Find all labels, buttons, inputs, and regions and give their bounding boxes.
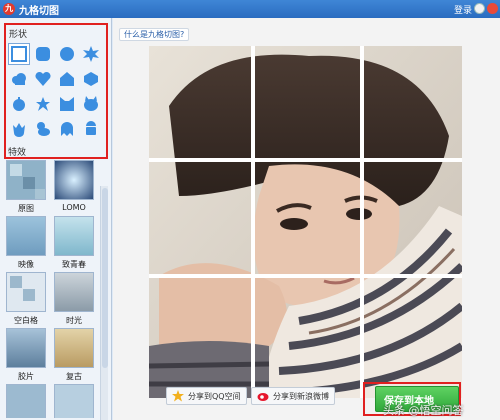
effect-film[interactable]: 胶片: [6, 328, 46, 382]
weibo-icon: [257, 390, 269, 402]
effect-thumbnail: [6, 328, 46, 368]
shape-android-icon[interactable]: [80, 118, 102, 140]
effects-scrollbar[interactable]: [100, 186, 108, 420]
effect-retro[interactable]: 复古: [54, 328, 94, 382]
shape-square-icon[interactable]: [8, 43, 30, 65]
shape-tulip-icon[interactable]: [8, 118, 30, 140]
effect-thumbnail: [6, 272, 46, 312]
share-qzone-label: 分享到QQ空间: [188, 391, 241, 401]
shape-duck-icon[interactable]: [32, 118, 54, 140]
photo-image: [149, 46, 462, 398]
shape-cat-face-icon[interactable]: [56, 93, 78, 115]
app-logo-icon: 九: [3, 3, 15, 15]
window-title: 九格切图: [19, 5, 59, 17]
effect-blank-cell[interactable]: 空白格: [6, 272, 46, 326]
effect-label: 致青春: [62, 260, 86, 269]
shape-apple-icon[interactable]: [8, 93, 30, 115]
share-weibo-label: 分享到新浪微博: [273, 391, 329, 401]
user-avatar-icon[interactable]: [487, 3, 498, 14]
effect-label: 胶片: [18, 372, 34, 381]
effect-thumbnail: [54, 328, 94, 368]
effects-list: 原图 LOMO 映像 致青春 空白格 时光 胶片 复古: [4, 158, 108, 418]
shape-house-icon[interactable]: [56, 68, 78, 90]
shape-circle-icon[interactable]: [56, 43, 78, 65]
effect-label: 空白格: [14, 316, 38, 325]
star-icon: [172, 390, 184, 402]
effect-label: LOMO: [62, 203, 86, 212]
effect-thumbnail: [6, 160, 46, 200]
shape-star-burst-icon[interactable]: [80, 43, 102, 65]
effect-next[interactable]: [6, 384, 46, 418]
grid-divider-horizontal: [149, 158, 462, 162]
title-bar: 九 九格切图 登录: [0, 0, 500, 18]
shape-ghost-icon[interactable]: [56, 118, 78, 140]
grid-divider-vertical: [251, 46, 255, 398]
effect-thumbnail: [54, 272, 94, 312]
grid-divider-horizontal: [149, 274, 462, 278]
effect-thumbnail: [6, 216, 46, 256]
share-weibo-button[interactable]: 分享到新浪微博: [251, 387, 335, 405]
shape-hexagon-icon[interactable]: [80, 68, 102, 90]
shape-cloud-icon[interactable]: [8, 68, 30, 90]
effect-label: 复古: [66, 372, 82, 381]
shape-heart-icon[interactable]: [32, 68, 54, 90]
effect-youth[interactable]: 致青春: [54, 216, 94, 270]
login-link[interactable]: 登录: [454, 3, 472, 16]
effect-reflection[interactable]: 映像: [6, 216, 46, 270]
shape-grid: [8, 43, 102, 140]
shape-star-icon[interactable]: [32, 93, 54, 115]
shape-rounded-square-icon[interactable]: [32, 43, 54, 65]
effect-label: 原图: [18, 204, 34, 213]
effect-thumbnail: [54, 384, 94, 418]
effect-lomo[interactable]: LOMO: [54, 160, 94, 212]
help-link[interactable]: 什么是九格切图?: [119, 28, 190, 41]
photo-grid-preview: [149, 46, 462, 398]
effects-section-label: 特效: [8, 148, 27, 158]
effect-time[interactable]: 时光: [54, 272, 94, 326]
effect-thumbnail: [6, 384, 46, 418]
settings-icon[interactable]: [474, 3, 485, 14]
left-panel: 形状 特效 原图 LOMO 映像 致青春 空白格 时光 胶片 复古: [0, 18, 112, 420]
effect-thumbnail: [54, 216, 94, 256]
effect-label: 时光: [66, 316, 82, 325]
watermark: 头条 @悟空问答: [383, 404, 464, 417]
main-area: 什么是九格切图? 分享到QQ空间 分享到新浪微博 保存到本地 头条 @悟空问答: [113, 18, 500, 420]
grid-divider-vertical: [360, 46, 364, 398]
effect-thumbnail: [54, 160, 94, 200]
shape-section-label: 形状: [9, 30, 28, 40]
effect-next-2[interactable]: [54, 384, 94, 418]
share-qzone-button[interactable]: 分享到QQ空间: [166, 387, 247, 405]
scrollbar-thumb[interactable]: [102, 188, 108, 368]
effect-original[interactable]: 原图: [6, 160, 46, 214]
effect-label: 映像: [18, 260, 34, 269]
shape-cat-head-icon[interactable]: [80, 93, 102, 115]
